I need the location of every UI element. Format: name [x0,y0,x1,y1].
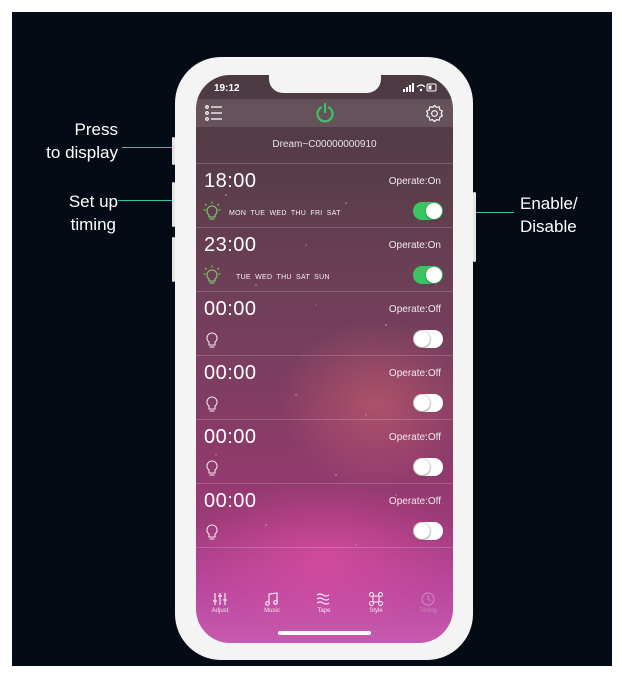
gear-icon[interactable] [425,104,444,128]
timer-row[interactable]: 00:00 Operate:Off [196,356,453,420]
device-name-row[interactable]: Dream~C00000000910 [196,127,453,164]
phone-side-button [172,182,175,227]
sliders-icon [213,593,227,605]
callout-text: Press [74,120,118,139]
callout-set-up-timing: Set up timing [48,190,118,236]
clock-icon [421,592,435,606]
tab-label: Adjust [211,608,229,614]
status-bar: 19:12 [196,75,453,99]
bottom-tab-bar: Adjust Music Tape Style Timing [196,590,453,626]
toggle-knob [414,395,430,411]
timer-row[interactable]: 00:00 Operate:Off [196,420,453,484]
status-time: 19:12 [214,83,240,94]
bulb-unlit-icon [203,457,221,482]
bulb-lit-icon [203,201,221,226]
timer-time: 00:00 [204,426,257,448]
tab-style[interactable]: Style [356,592,396,614]
signal-wifi-battery-icon [403,83,437,92]
tab-music[interactable]: Music [252,592,292,614]
bulb-unlit-icon [203,521,221,546]
toggle-knob [414,459,430,475]
callout-text: Set up [68,192,118,211]
tab-label: Timing [419,608,437,614]
callout-text: Disable [520,217,577,236]
phone-side-button [172,237,175,282]
timer-days: MON TUE WED THU FRI SAT [229,210,341,217]
bulb-unlit-icon [203,393,221,418]
enable-toggle[interactable] [413,522,443,540]
phone-side-button [172,137,175,165]
timer-operate: Operate:Off [388,496,441,507]
timer-operate: Operate:Off [388,432,441,443]
bulb-unlit-icon [203,329,221,354]
callout-enable-disable: Enable/ Disable [520,192,600,238]
timer-time: 00:00 [204,490,257,512]
timer-time: 23:00 [204,234,257,256]
timer-time: 18:00 [204,170,257,192]
top-bar [196,99,453,127]
tab-label: Style [369,608,383,614]
enable-toggle[interactable] [413,458,443,476]
enable-toggle[interactable] [413,202,443,220]
tab-label: Tape [317,608,331,614]
music-note-icon [265,592,278,606]
timer-time: 00:00 [204,362,257,384]
status-icons [403,83,437,94]
toggle-knob [414,331,430,347]
timer-operate: Operate:Off [388,368,441,379]
tab-label: Music [264,608,280,614]
tab-tape[interactable]: Tape [304,592,344,614]
timer-operate: Operate:On [388,176,441,187]
timer-days: TUE WED THU SAT SUN [236,274,330,281]
timer-row[interactable]: 00:00 Operate:Off [196,292,453,356]
callout-text: Enable/ [520,194,578,213]
callout-press-to-display: Press to display [46,118,118,164]
phone-side-button [473,192,476,262]
enable-toggle[interactable] [413,330,443,348]
enable-toggle[interactable] [413,266,443,284]
tab-timing[interactable]: Timing [408,592,448,614]
timer-row[interactable]: 00:00 Operate:Off [196,484,453,548]
command-icon [368,592,384,606]
timer-row[interactable]: 18:00 Operate:On MON TUE WED THU FRI SAT [196,164,453,228]
toggle-knob [414,523,430,539]
callout-text: to display [46,143,118,162]
waves-icon [316,593,330,605]
bulb-lit-icon [203,265,221,290]
enable-toggle[interactable] [413,394,443,412]
callout-text: timing [70,215,116,234]
timer-row[interactable]: 23:00 Operate:On TUE WED THU SAT SUN [196,228,453,292]
device-name: Dream~C00000000910 [272,139,377,150]
tab-adjust[interactable]: Adjust [200,592,240,614]
timer-operate: Operate:Off [388,304,441,315]
timer-time: 00:00 [204,298,257,320]
phone-screen: 19:12 Dream~C00000000910 18:00 Operate:O… [196,75,453,643]
toggle-knob [426,267,442,283]
home-indicator[interactable] [278,631,371,635]
timer-operate: Operate:On [388,240,441,251]
power-icon[interactable] [314,102,336,129]
list-icon[interactable] [205,105,223,126]
toggle-knob [426,203,442,219]
